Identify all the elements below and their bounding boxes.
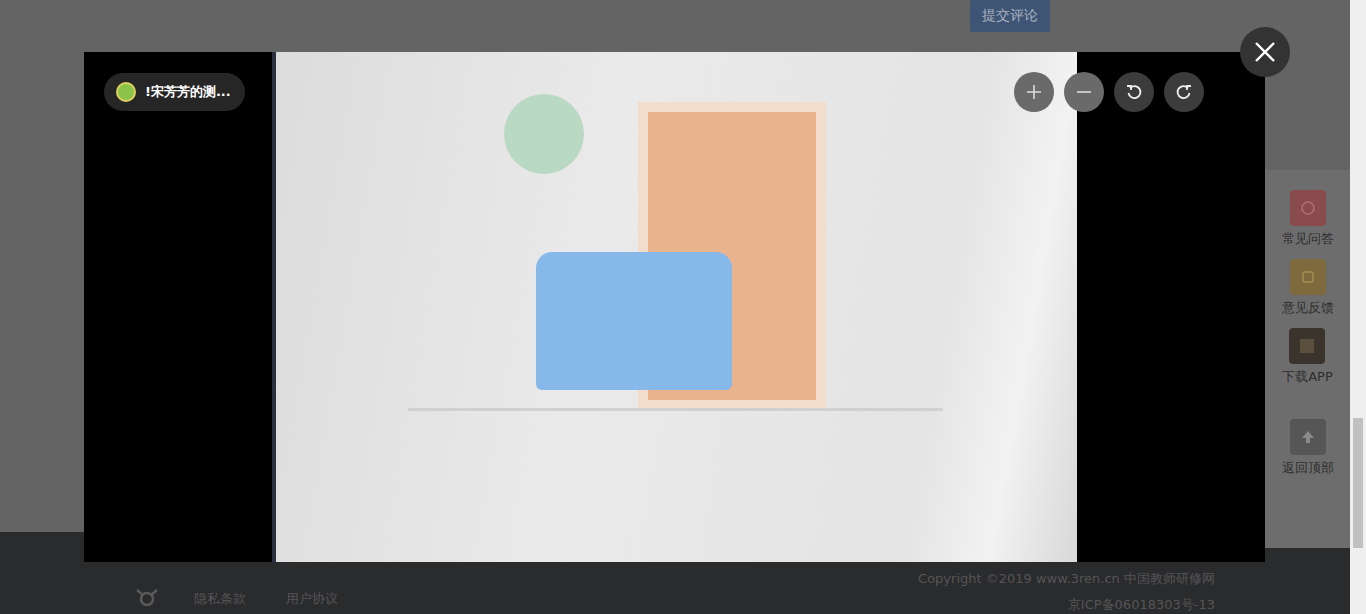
scrollbar[interactable]: [1350, 0, 1366, 614]
minus-icon: [1075, 83, 1093, 101]
tool-icon: [1290, 190, 1326, 226]
author-chip[interactable]: !宋芳芳的测...: [104, 73, 245, 111]
rotate-right-button[interactable]: [1164, 72, 1204, 112]
sofa-figure: [536, 252, 732, 390]
footer-link[interactable]: 隐私条款: [194, 590, 246, 608]
zoom-out-button[interactable]: [1064, 72, 1104, 112]
image-viewer: !宋芳芳的测...: [84, 52, 1265, 562]
rotate-right-icon: [1175, 83, 1193, 101]
rotate-left-icon: [1125, 83, 1143, 101]
side-tool[interactable]: 下载APP: [1282, 328, 1333, 386]
close-button[interactable]: [1240, 27, 1290, 77]
plus-icon: [1025, 83, 1043, 101]
side-tool[interactable]: 返回顶部: [1282, 419, 1334, 477]
side-tool[interactable]: 常见问答: [1282, 190, 1334, 248]
icp-number[interactable]: 京ICP备06018303号-13: [1068, 596, 1215, 614]
photo: [272, 52, 1077, 562]
copyright: Copyright ©2019 www.3ren.cn 中国教师研修网: [918, 570, 1215, 588]
comment-bar: 提交评论: [0, 0, 1366, 32]
side-tools: 常见问答意见反馈下载APP 返回顶部: [1265, 170, 1350, 548]
tool-icon: [1290, 419, 1326, 455]
scrollbar-thumb[interactable]: [1353, 418, 1363, 548]
side-tool[interactable]: 意见反馈: [1282, 259, 1334, 317]
zoom-in-button[interactable]: [1014, 72, 1054, 112]
tool-icon: [1289, 328, 1325, 364]
site-logo-icon: [134, 586, 160, 608]
tool-icon: [1290, 259, 1326, 295]
page: 提交评论隐私条款 用户协议 Copyright ©2019 www.3ren.cn …: [0, 0, 1366, 614]
close-icon: [1254, 41, 1276, 63]
avatar-icon: [116, 82, 136, 102]
floor-line: [408, 408, 943, 411]
viewer-controls: [1014, 72, 1204, 112]
footer-link[interactable]: 用户协议: [286, 590, 338, 608]
rotate-left-button[interactable]: [1114, 72, 1154, 112]
submit-comment-button[interactable]: 提交评论: [970, 0, 1050, 32]
clock-figure: [504, 94, 584, 174]
